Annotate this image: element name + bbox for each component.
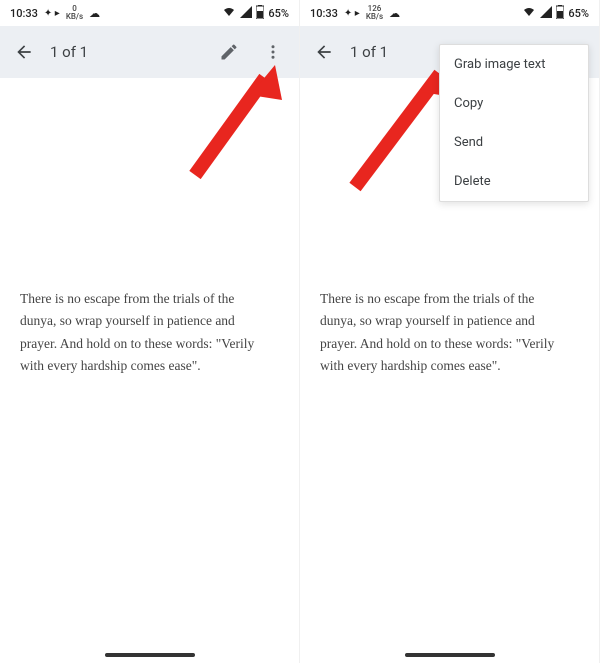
net-speed: 126 KB/s <box>366 5 383 21</box>
battery-icon <box>256 5 264 22</box>
net-speed: 0 KB/s <box>66 5 83 21</box>
note-text: There is no escape from the trials of th… <box>320 288 560 377</box>
status-bar: 10:33 ✦ ▸ 0 KB/s ☁ 65% <box>0 0 299 26</box>
status-right: 65% <box>222 5 289 22</box>
page-counter: 1 of 1 <box>50 43 201 61</box>
battery-icon <box>556 5 564 22</box>
note-text: There is no escape from the trials of th… <box>20 288 260 377</box>
cloud-icon: ☁ <box>389 7 400 20</box>
wifi-icon <box>222 6 236 21</box>
cloud-icon: ☁ <box>89 7 100 20</box>
status-bar: 10:33 ✦ ▸ 126 KB/s ☁ 65% <box>300 0 599 26</box>
annotation-arrow <box>180 60 290 180</box>
phone-right: 10:33 ✦ ▸ 126 KB/s ☁ 65% 1 of 1 <box>300 0 600 663</box>
status-right: 65% <box>522 5 589 22</box>
status-time: 10:33 <box>10 7 38 20</box>
wifi-icon <box>522 6 536 21</box>
nav-indicator <box>405 653 495 657</box>
battery-percent: 65% <box>568 7 589 20</box>
menu-grab-image-text[interactable]: Grab image text <box>440 45 588 84</box>
status-indicators: ✦ ▸ <box>44 8 60 19</box>
status-indicators: ✦ ▸ <box>344 8 360 19</box>
phone-left: 10:33 ✦ ▸ 0 KB/s ☁ 65% 1 of 1 <box>0 0 300 663</box>
context-menu: Grab image text Copy Send Delete <box>439 44 589 202</box>
menu-send[interactable]: Send <box>440 123 588 162</box>
status-left: 10:33 ✦ ▸ 0 KB/s ☁ <box>10 5 100 21</box>
menu-delete[interactable]: Delete <box>440 162 588 201</box>
menu-copy[interactable]: Copy <box>440 84 588 123</box>
status-time: 10:33 <box>310 7 338 20</box>
signal-icon <box>240 6 252 21</box>
nav-indicator <box>105 653 195 657</box>
battery-percent: 65% <box>268 7 289 20</box>
signal-icon <box>540 6 552 21</box>
back-button[interactable] <box>310 38 338 66</box>
status-left: 10:33 ✦ ▸ 126 KB/s ☁ <box>310 5 400 21</box>
back-button[interactable] <box>10 38 38 66</box>
